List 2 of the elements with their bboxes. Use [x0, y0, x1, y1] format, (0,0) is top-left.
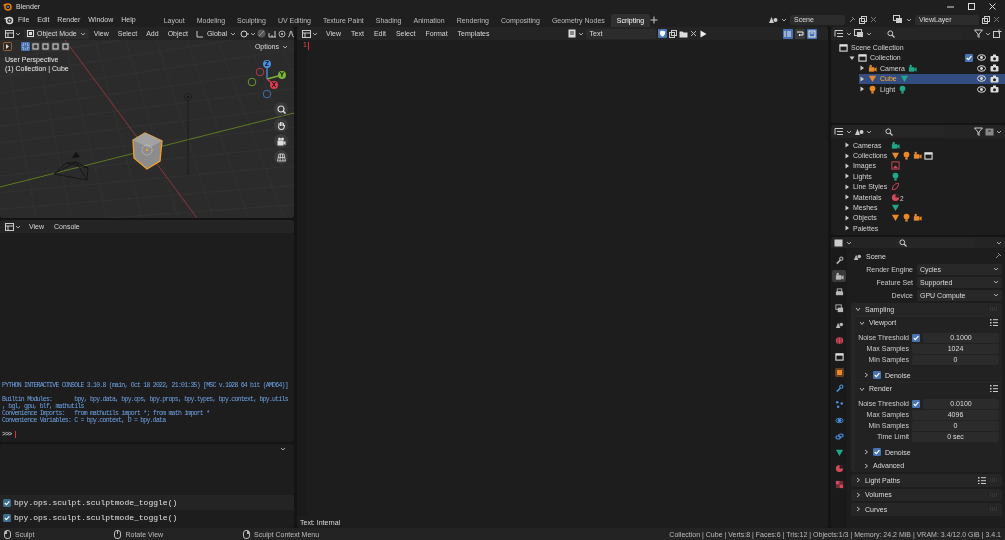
log-entry: bpy.ops.sculpt.sculptmode_toggle() — [14, 498, 178, 507]
log-entry: bpy.ops.sculpt.sculptmode_toggle() — [14, 513, 178, 522]
